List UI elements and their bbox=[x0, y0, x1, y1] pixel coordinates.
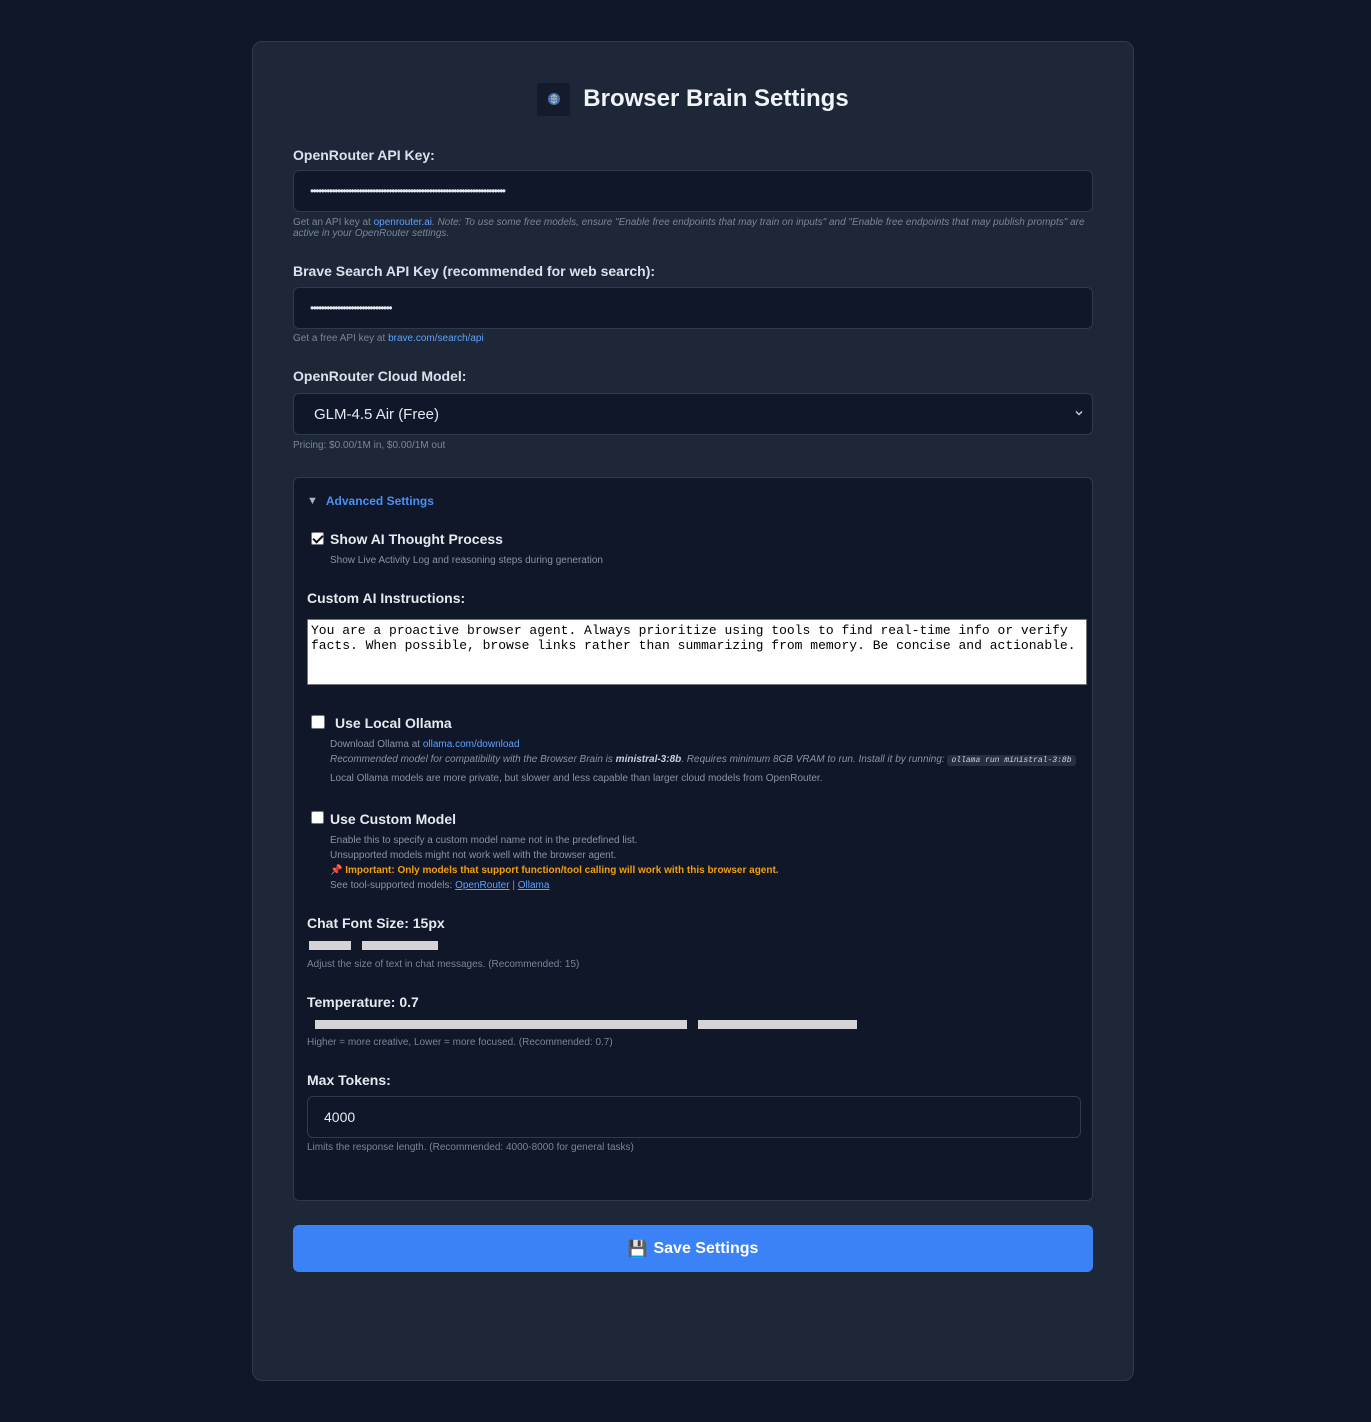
ollama-download-link[interactable]: ollama.com/download bbox=[423, 739, 520, 750]
show-thought-hint: Show Live Activity Log and reasoning ste… bbox=[330, 555, 603, 566]
link-separator: | bbox=[509, 880, 518, 891]
font-size-track-empty bbox=[362, 941, 438, 950]
temperature-track-filled bbox=[315, 1020, 687, 1029]
font-size-label: Chat Font Size: 15px bbox=[307, 915, 445, 931]
local-ollama-checkbox[interactable] bbox=[311, 715, 325, 729]
floppy-disk-icon: 💾 bbox=[627, 1240, 648, 1258]
custom-instructions-label: Custom AI Instructions: bbox=[307, 590, 466, 606]
settings-card: Browser Brain Settings OpenRouter API Ke… bbox=[252, 41, 1134, 1381]
custom-model-line1: Enable this to specify a custom model na… bbox=[330, 835, 638, 846]
save-settings-label: Save Settings bbox=[653, 1239, 759, 1257]
custom-model-label: Use Custom Model bbox=[330, 811, 457, 827]
temperature-slider[interactable] bbox=[315, 1020, 857, 1029]
ollama-privacy-note: Local Ollama models are more private, bu… bbox=[330, 773, 823, 784]
ollama-recommendation-line: Recommended model for compatibility with… bbox=[330, 752, 1090, 768]
brave-link[interactable]: brave.com/search/api bbox=[388, 333, 484, 344]
openrouter-key-label: OpenRouter API Key: bbox=[293, 147, 435, 163]
advanced-settings-panel: ▼ Advanced Settings Show AI Thought Proc… bbox=[293, 477, 1093, 1201]
custom-model-see-prefix: See tool-supported models: bbox=[330, 880, 456, 891]
ollama-models-link[interactable]: Ollama bbox=[518, 880, 550, 891]
brain-icon bbox=[537, 82, 571, 116]
cloud-model-label: OpenRouter Cloud Model: bbox=[293, 368, 467, 384]
save-settings-button[interactable]: 💾 Save Settings bbox=[293, 1225, 1093, 1272]
cloud-model-select[interactable]: GLM-4.5 Air (Free) bbox=[293, 393, 1093, 435]
local-ollama-label: Use Local Ollama bbox=[335, 715, 452, 731]
temperature-track-empty bbox=[698, 1020, 857, 1029]
cloud-model-selected: GLM-4.5 Air (Free) bbox=[314, 405, 440, 423]
openrouter-link[interactable]: openrouter.ai bbox=[374, 217, 432, 228]
local-ollama-details: Download Ollama at ollama.com/download R… bbox=[330, 737, 1090, 786]
ollama-rec-model: ministral-3:8b bbox=[615, 754, 682, 765]
openrouter-key-hint: Get an API key at openrouter.ai. Note: T… bbox=[293, 217, 1093, 239]
show-thought-checkbox[interactable] bbox=[311, 532, 324, 545]
chevron-down-icon bbox=[1075, 411, 1083, 416]
ollama-install-command: ollama run ministral-3:8b bbox=[947, 755, 1076, 766]
font-size-slider[interactable] bbox=[309, 941, 438, 950]
cloud-model-pricing: Pricing: $0.00/1M in, $0.00/1M out bbox=[293, 440, 446, 451]
max-tokens-value: 4000 bbox=[324, 1109, 356, 1125]
font-size-hint: Adjust the size of text in chat messages… bbox=[307, 959, 580, 970]
brave-key-input[interactable]: •••••••••••••••••••••••••••••• bbox=[293, 287, 1093, 329]
advanced-settings-summary: Advanced Settings bbox=[325, 494, 434, 508]
brave-key-hint: Get a free API key at brave.com/search/a… bbox=[293, 333, 484, 344]
font-size-track-filled bbox=[309, 941, 351, 950]
custom-model-details: Enable this to specify a custom model na… bbox=[330, 833, 1090, 893]
ollama-rec-suffix: . Requires minimum 8GB VRAM to run. Inst… bbox=[681, 754, 948, 765]
custom-model-important: 📌 Important: Only models that support fu… bbox=[330, 865, 779, 876]
brave-key-value: •••••••••••••••••••••••••••••• bbox=[310, 301, 393, 315]
temperature-label: Temperature: 0.7 bbox=[307, 994, 419, 1010]
brave-hint-prefix: Get a free API key at bbox=[293, 333, 389, 344]
max-tokens-input[interactable]: 4000 bbox=[307, 1096, 1081, 1138]
ollama-download-prefix: Download Ollama at bbox=[330, 739, 423, 750]
custom-model-checkbox[interactable] bbox=[311, 811, 324, 824]
page-header: Browser Brain Settings bbox=[293, 82, 1093, 116]
page-title: Browser Brain Settings bbox=[583, 85, 849, 112]
ollama-rec-prefix: Recommended model for compatibility with… bbox=[330, 754, 616, 765]
advanced-settings-toggle[interactable]: ▼ Advanced Settings bbox=[307, 494, 434, 508]
brave-key-label: Brave Search API Key (recommended for we… bbox=[293, 263, 656, 279]
custom-instructions-textarea[interactable]: You are a proactive browser agent. Alway… bbox=[307, 619, 1087, 685]
max-tokens-label: Max Tokens: bbox=[307, 1072, 391, 1088]
custom-model-line2: Unsupported models might not work well w… bbox=[330, 850, 617, 861]
openrouter-key-value: ••••••••••••••••••••••••••••••••••••••••… bbox=[310, 184, 506, 198]
temperature-hint: Higher = more creative, Lower = more foc… bbox=[307, 1037, 613, 1048]
max-tokens-hint: Limits the response length. (Recommended… bbox=[307, 1142, 634, 1153]
ollama-download-line: Download Ollama at ollama.com/download bbox=[330, 737, 1090, 752]
openrouter-key-input[interactable]: ••••••••••••••••••••••••••••••••••••••••… bbox=[293, 170, 1093, 212]
show-thought-label: Show AI Thought Process bbox=[330, 531, 503, 547]
openrouter-models-link[interactable]: OpenRouter bbox=[455, 880, 509, 891]
custom-model-see-line: See tool-supported models: OpenRouter | … bbox=[330, 878, 1090, 893]
triangle-down-icon: ▼ bbox=[307, 495, 318, 507]
openrouter-hint-prefix: Get an API key at bbox=[293, 217, 374, 228]
